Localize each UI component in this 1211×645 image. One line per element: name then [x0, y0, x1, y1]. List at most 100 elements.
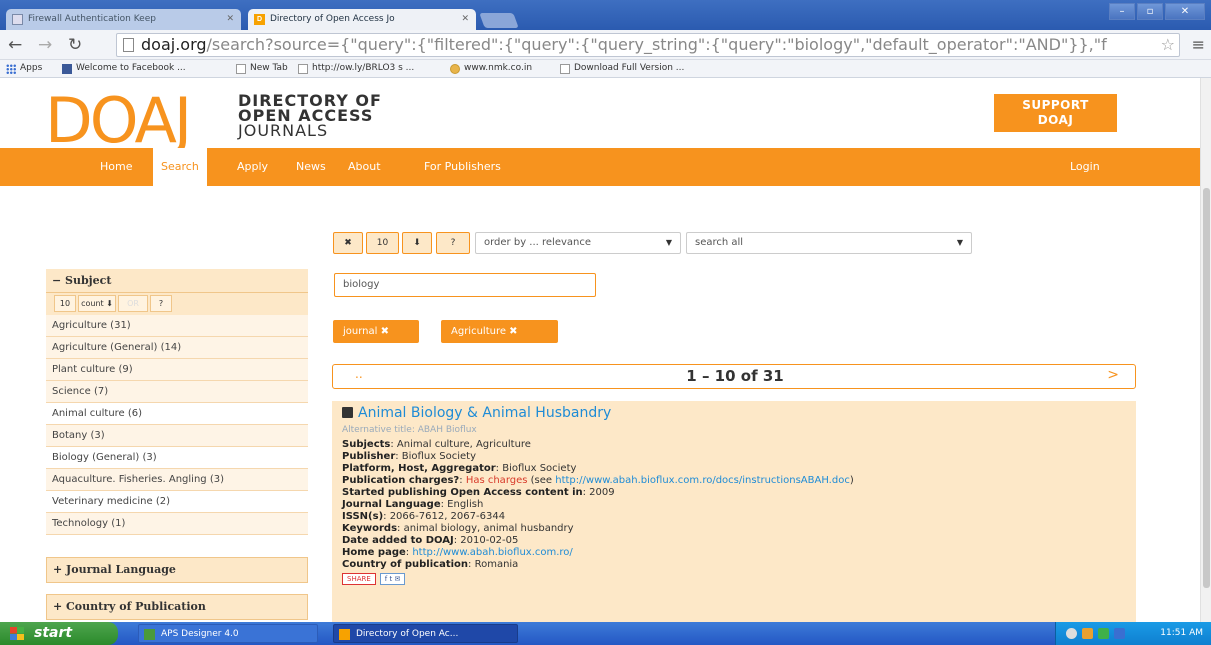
apps-icon	[6, 64, 16, 74]
result-title-link[interactable]: Animal Biology & Animal Husbandry	[342, 405, 611, 421]
doaj-logo[interactable]: DOAJ	[45, 86, 192, 156]
help-button[interactable]: ?	[436, 232, 470, 254]
nav-news[interactable]: News	[296, 148, 326, 186]
support-doaj-button[interactable]: SUPPORT DOAJ	[994, 94, 1117, 132]
home-page-link[interactable]: http://www.abah.bioflux.com.ro/	[412, 547, 572, 558]
field-value: : 2010-02-05	[453, 535, 519, 546]
support-line: DOAJ	[1037, 113, 1074, 127]
charges-value: Has charges	[465, 475, 528, 486]
taskbar-item-browser[interactable]: Directory of Open Ac...	[333, 624, 518, 643]
filter-chip-journal[interactable]: journal ✖	[333, 320, 419, 343]
minimize-icon[interactable]: –	[1109, 3, 1135, 20]
nav-login[interactable]: Login	[1070, 148, 1100, 186]
close-tab-icon[interactable]: ✕	[461, 9, 469, 30]
window-controls: – ▫ ✕	[1107, 3, 1205, 21]
facet-subject-toggle[interactable]: − Subject	[46, 269, 308, 293]
back-icon[interactable]: ←	[8, 34, 22, 56]
nav-publishers[interactable]: For Publishers	[424, 148, 501, 186]
bookmark-owly[interactable]: http://ow.ly/BRLO3 s ...	[298, 60, 414, 77]
taskbar-item-aps[interactable]: APS Designer 4.0	[138, 624, 318, 643]
reload-icon[interactable]: ↻	[68, 34, 82, 56]
facet-country-toggle[interactable]: + Country of Publication	[46, 594, 308, 620]
field-label: Publication charges?	[342, 475, 460, 486]
bookmark-apps[interactable]: Apps	[6, 60, 42, 77]
result-charges: Publication charges?: Has charges (see h…	[342, 475, 854, 486]
page-icon	[298, 64, 308, 74]
sort-direction-button[interactable]: ⬇	[402, 232, 432, 254]
logo-line: JOURNALS	[238, 121, 329, 140]
page-scrollbar[interactable]	[1200, 78, 1211, 622]
forward-icon[interactable]: →	[38, 34, 52, 56]
bookmark-label: Apps	[20, 63, 43, 73]
bookmark-download[interactable]: Download Full Version ...	[560, 60, 684, 77]
browser-icon	[339, 629, 350, 640]
url-path: /search?source={"query":{"filtered":{"qu…	[206, 35, 1107, 54]
field-value: : Bioflux Society	[495, 463, 577, 474]
facet-item[interactable]: Aquaculture. Fisheries. Angling (3)	[46, 469, 308, 491]
facet-or-button[interactable]: OR	[118, 295, 148, 312]
field-value: : 2066-7612, 2067-6344	[383, 511, 506, 522]
menu-icon[interactable]: ≡	[1192, 35, 1205, 54]
tab-firewall[interactable]: Firewall Authentication Keep ✕	[6, 9, 241, 30]
nav-search[interactable]: Search	[153, 148, 207, 186]
maximize-icon[interactable]: ▫	[1137, 3, 1163, 20]
field-label: Date added to DOAJ	[342, 535, 454, 546]
result-started: Started publishing Open Access content i…	[342, 487, 615, 498]
nav-home[interactable]: Home	[100, 148, 132, 186]
facet-help-button[interactable]: ?	[150, 295, 172, 312]
facet-item[interactable]: Science (7)	[46, 381, 308, 403]
address-toolbar: ← → ↻ doaj.org/search?source={"query":{"…	[0, 30, 1211, 60]
site-icon	[450, 64, 460, 74]
chevron-down-icon: ▼	[956, 238, 963, 247]
facet-item[interactable]: Technology (1)	[46, 513, 308, 535]
bookmark-nmk[interactable]: www.nmk.co.in	[450, 60, 532, 77]
bookmark-star-icon[interactable]: ☆	[1161, 34, 1175, 56]
search-scope-select[interactable]: search all ▼	[686, 232, 972, 254]
result-keywords: Keywords: animal biology, animal husband…	[342, 523, 574, 534]
security-icon[interactable]	[1098, 628, 1109, 639]
tab-doaj[interactable]: D Directory of Open Access Jo ✕	[248, 9, 476, 30]
update-icon[interactable]	[1114, 628, 1125, 639]
facet-item[interactable]: Botany (3)	[46, 425, 308, 447]
search-scope-value: search all	[695, 237, 744, 248]
facet-item[interactable]: Animal culture (6)	[46, 403, 308, 425]
nav-about[interactable]: About	[348, 148, 381, 186]
next-page-button[interactable]: >	[1107, 367, 1119, 383]
result-home-page: Home page: http://www.abah.bioflux.com.r…	[342, 547, 573, 558]
page-size-button[interactable]: 10	[366, 232, 399, 254]
tab-label: Directory of Open Access Jo	[270, 14, 395, 24]
facet-sort-button[interactable]: count ⬇	[78, 295, 116, 312]
network-icon[interactable]	[1082, 628, 1093, 639]
scrollbar-thumb[interactable]	[1203, 188, 1210, 588]
nav-apply[interactable]: Apply	[237, 148, 268, 186]
bookmark-new-tab[interactable]: New Tab	[236, 60, 288, 77]
bookmark-label: www.nmk.co.in	[464, 63, 533, 73]
field-value: : animal biology, animal husbandry	[397, 523, 574, 534]
volume-icon[interactable]	[1066, 628, 1077, 639]
facet-size-button[interactable]: 10	[54, 295, 76, 312]
order-by-select[interactable]: order by ... relevance ▼	[475, 232, 681, 254]
facet-item[interactable]: Agriculture (General) (14)	[46, 337, 308, 359]
facet-subject: − Subject 10 count ⬇ OR ? Agriculture (3…	[46, 269, 308, 535]
facet-item[interactable]: Plant culture (9)	[46, 359, 308, 381]
social-icons[interactable]: f t ✉	[379, 573, 406, 585]
facet-item[interactable]: Veterinary medicine (2)	[46, 491, 308, 513]
facet-item[interactable]: Biology (General) (3)	[46, 447, 308, 469]
clock[interactable]: 11:51 AM	[1160, 622, 1203, 645]
start-button[interactable]: start	[0, 622, 118, 645]
address-bar[interactable]: doaj.org/search?source={"query":{"filter…	[116, 33, 1180, 57]
field-label: ISSN(s)	[342, 511, 384, 522]
new-tab-button[interactable]	[479, 13, 519, 28]
close-tab-icon[interactable]: ✕	[226, 9, 234, 30]
field-label: Home page	[342, 547, 406, 558]
close-window-icon[interactable]: ✕	[1165, 3, 1205, 20]
search-input[interactable]: biology	[334, 273, 596, 297]
bookmark-facebook[interactable]: Welcome to Facebook ...	[62, 60, 186, 77]
clear-search-button[interactable]: ✖	[333, 232, 363, 254]
field-value: (see	[527, 475, 556, 486]
filter-chip-agriculture[interactable]: Agriculture ✖	[441, 320, 558, 343]
facet-item[interactable]: Agriculture (31)	[46, 315, 308, 337]
charges-link[interactable]: http://www.abah.bioflux.com.ro/docs/inst…	[555, 475, 850, 486]
share-button[interactable]: SHARE	[342, 573, 376, 585]
facet-journal-language-toggle[interactable]: + Journal Language	[46, 557, 308, 583]
